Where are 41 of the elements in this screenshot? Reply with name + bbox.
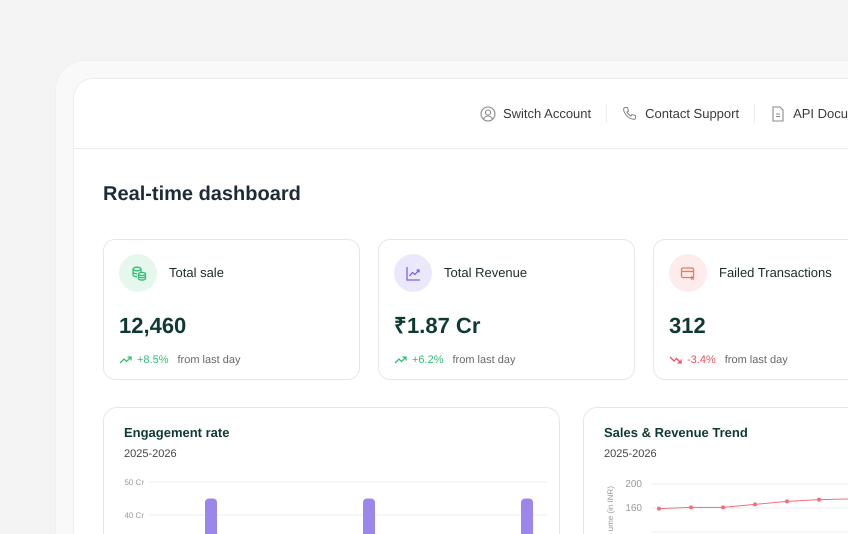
header-link[interactable]: Contact Support xyxy=(606,104,754,124)
chart-subtitle: 2025-2026 xyxy=(124,446,178,462)
page-title: Real-time dashboard xyxy=(103,182,302,207)
bar xyxy=(521,498,533,534)
data-point xyxy=(753,502,757,506)
data-point xyxy=(721,505,725,510)
stat-title: Total sale xyxy=(169,264,224,282)
bar xyxy=(205,498,217,534)
change-note: from last day xyxy=(452,353,516,368)
data-point xyxy=(657,506,661,511)
axis-label: 160 xyxy=(625,503,642,514)
stat-title: Failed Transactions xyxy=(719,264,832,282)
change-percent: +8.5% xyxy=(137,353,168,368)
change-note: from last day xyxy=(178,353,240,368)
change-note: from last day xyxy=(724,353,788,368)
header-link[interactable]: API Docu xyxy=(754,104,848,124)
bar xyxy=(363,498,375,534)
stat-value: 12,460 xyxy=(119,312,188,340)
card-error-icon xyxy=(669,254,707,292)
axis-label: 40 Cr xyxy=(124,510,144,520)
data-point xyxy=(817,498,821,502)
document-icon xyxy=(770,106,786,122)
coins-icon xyxy=(119,254,157,292)
user-circle-icon xyxy=(480,106,496,122)
line-chart-icon xyxy=(394,254,432,292)
change-percent: -3.4% xyxy=(687,353,716,368)
change-percent: +6.2% xyxy=(412,353,444,368)
chart-title: Sales & Revenue Trend xyxy=(604,424,749,442)
chart-subtitle: 2025-2026 xyxy=(604,446,658,462)
phone-icon xyxy=(622,106,638,122)
stat-value: 312 xyxy=(669,312,707,340)
axis-title: ume (in INR) xyxy=(606,486,615,532)
stat-value: ₹1.87 Cr xyxy=(394,312,482,340)
axis-label: 200 xyxy=(625,479,642,490)
chart-title: Engagement rate xyxy=(124,424,230,442)
axis-label: 50 Cr xyxy=(124,478,144,487)
data-point xyxy=(785,499,789,504)
data-point xyxy=(689,505,693,510)
stat-title: Total Revenue xyxy=(444,264,528,282)
trend-down-icon xyxy=(669,354,682,366)
header-link[interactable]: Switch Account xyxy=(464,104,606,124)
